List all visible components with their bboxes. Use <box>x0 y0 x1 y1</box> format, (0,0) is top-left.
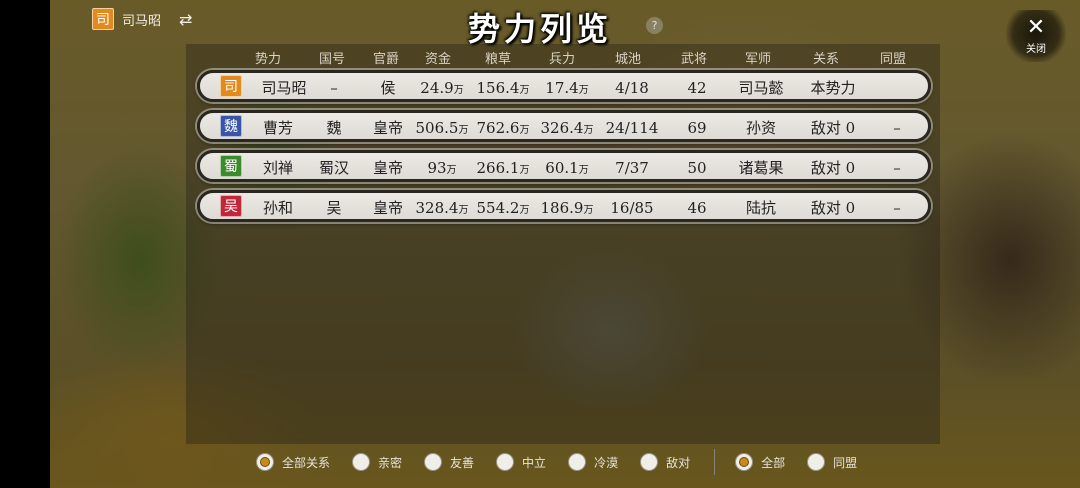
filter-divider <box>714 449 716 475</box>
table-row[interactable]: 魏 曹芳 魏 皇帝 506.5万 762.6万 326.4万 24/114 69… <box>197 110 931 142</box>
close-label: 关闭 <box>1026 44 1046 55</box>
table-row[interactable]: 司 司马昭 – 侯 24.9万 156.4万 17.4万 4/18 42 司马懿… <box>197 70 931 102</box>
cities: 7/37 <box>615 159 649 177</box>
rank: 皇帝 <box>372 159 403 177</box>
radio-icon <box>640 453 659 471</box>
rank: 侯 <box>380 79 396 97</box>
strategist: 诸葛果 <box>738 159 784 177</box>
troops: 186.9万 <box>540 199 594 217</box>
generals-count: 50 <box>687 159 707 177</box>
header-rank: 官爵 <box>372 52 399 67</box>
close-icon: ✕ <box>1026 15 1046 40</box>
header-funds: 资金 <box>424 52 451 67</box>
troops: 60.1万 <box>545 159 589 177</box>
cities: 16/85 <box>610 199 654 217</box>
filter-intimate[interactable]: 亲密 <box>352 453 402 471</box>
food: 266.1万 <box>476 159 530 177</box>
radio-selected-icon <box>256 453 274 471</box>
faction-seal-icon: 司 <box>220 75 242 97</box>
filter-alliance-allied[interactable]: 同盟 <box>807 453 857 471</box>
funds: 328.4万 <box>415 199 469 217</box>
faction-seal-icon: 蜀 <box>220 155 242 177</box>
radio-icon <box>352 453 371 471</box>
relation: 敌对 0 <box>810 199 856 217</box>
rank: 皇帝 <box>372 119 403 137</box>
faction-seal-icon: 魏 <box>220 115 242 137</box>
faction-seal-icon: 吴 <box>220 195 242 217</box>
filter-cold[interactable]: 冷漠 <box>568 453 618 471</box>
strategist: 陆抗 <box>745 199 776 217</box>
radio-selected-icon <box>735 453 754 471</box>
food: 762.6万 <box>476 119 530 137</box>
country-name: 蜀汉 <box>318 159 349 177</box>
help-icon[interactable]: ? <box>646 17 663 34</box>
filter-label: 中立 <box>522 455 547 470</box>
header-relation: 关系 <box>812 52 839 67</box>
header-cities: 城池 <box>614 52 641 67</box>
filter-label: 亲密 <box>378 455 403 470</box>
generals-count: 46 <box>687 199 707 217</box>
filter-label: 敌对 <box>666 455 691 470</box>
troops: 326.4万 <box>540 119 594 137</box>
cities: 24/114 <box>605 119 659 137</box>
table-header: 势力 国号 官爵 资金 粮草 兵力 城池 武将 军师 关系 同盟 <box>196 48 936 68</box>
relation: 敌对 0 <box>810 159 856 177</box>
table-row[interactable]: 吴 孙和 吴 皇帝 328.4万 554.2万 186.9万 16/85 46 … <box>197 190 931 222</box>
food: 554.2万 <box>476 199 530 217</box>
funds: 24.9万 <box>420 79 464 97</box>
relation: 敌对 0 <box>810 119 856 137</box>
filter-label: 冷漠 <box>594 455 619 470</box>
faction-name: 曹芳 <box>262 119 293 137</box>
filter-label: 同盟 <box>833 455 858 470</box>
filter-neutral[interactable]: 中立 <box>496 453 546 471</box>
cities: 4/18 <box>615 79 649 97</box>
header-troops: 兵力 <box>548 52 575 67</box>
faction-name: 司马昭 <box>261 79 307 97</box>
header-food: 粮草 <box>484 52 511 67</box>
faction-name: 刘禅 <box>262 159 293 177</box>
generals-count: 69 <box>687 119 707 137</box>
close-button[interactable]: ✕ 关闭 <box>1006 10 1066 62</box>
troops: 17.4万 <box>545 79 589 97</box>
header-country: 国号 <box>318 52 345 67</box>
header-faction: 势力 <box>254 52 281 67</box>
filter-alliance-all[interactable]: 全部 <box>735 453 785 471</box>
faction-name: 孙和 <box>262 199 293 217</box>
header-strategist: 军师 <box>744 52 771 67</box>
country-name: – <box>330 79 338 97</box>
country-name: 魏 <box>326 119 342 137</box>
food: 156.4万 <box>476 79 530 97</box>
filter-label: 全部 <box>761 455 786 470</box>
strategist: 孙资 <box>745 119 776 137</box>
funds: 506.5万 <box>415 119 469 137</box>
filter-hostile[interactable]: 敌对 <box>640 453 690 471</box>
radio-icon <box>568 453 587 471</box>
rank: 皇帝 <box>372 199 403 217</box>
generals-count: 42 <box>687 79 707 97</box>
radio-icon <box>807 453 826 471</box>
header-generals: 武将 <box>680 52 707 67</box>
left-black-bar <box>0 0 50 488</box>
radio-icon <box>424 453 443 471</box>
header-alliance: 同盟 <box>879 52 906 67</box>
funds: 93万 <box>427 159 457 177</box>
strategist: 司马懿 <box>738 79 784 97</box>
table-row[interactable]: 蜀 刘禅 蜀汉 皇帝 93万 266.1万 60.1万 7/37 50 诸葛果 … <box>197 150 931 182</box>
alliance: – <box>893 199 901 217</box>
radio-icon <box>496 453 515 471</box>
filter-label: 友善 <box>450 455 475 470</box>
faction-table-panel <box>186 44 940 444</box>
relation-filter-bar: 全部关系 亲密 友善 中立 冷漠 敌对 全部 同盟 <box>256 449 879 475</box>
alliance: – <box>893 159 901 177</box>
filter-all-relations[interactable]: 全部关系 <box>256 453 330 471</box>
relation: 本势力 <box>810 79 856 97</box>
filter-label: 全部关系 <box>282 455 331 470</box>
country-name: 吴 <box>326 199 342 217</box>
filter-friendly[interactable]: 友善 <box>424 453 474 471</box>
alliance: – <box>893 119 901 137</box>
